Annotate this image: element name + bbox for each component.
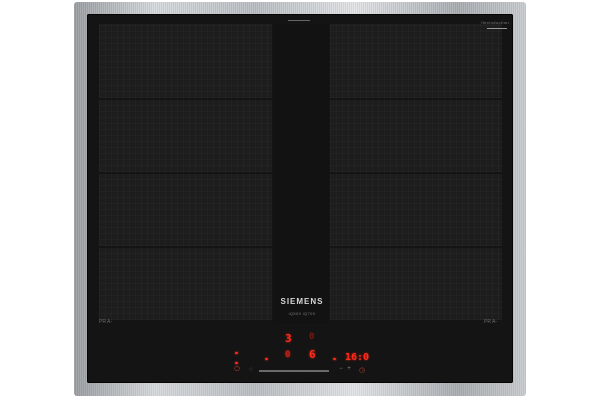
power-icon[interactable]: ⏻ (232, 366, 242, 374)
front-left-aux-display: 0 (309, 332, 315, 342)
center-strip (273, 24, 329, 324)
center-indicator-led-1 (265, 358, 268, 360)
zone-right-4 (330, 248, 502, 320)
power-slider[interactable] (259, 370, 329, 372)
lock-icon[interactable]: ◌ (247, 367, 255, 373)
right-zone-label: PR A- (484, 319, 498, 325)
rear-left-level-display: 0 (285, 350, 291, 360)
front-left-level-display: 3 (285, 332, 292, 345)
left-zone-label: PR A- (99, 319, 113, 325)
timer-display: 16:0 (345, 352, 370, 363)
rear-right-level-display: 6 (309, 348, 316, 361)
series-label: iQ500 iQ700 (288, 311, 316, 316)
top-center-mark (288, 20, 310, 21)
zone-right-1 (330, 24, 502, 98)
plus-icon[interactable]: + (345, 366, 353, 372)
left-indicator-led-2 (235, 362, 238, 364)
zone-left-4 (99, 248, 272, 320)
zone-left-2 (99, 100, 272, 172)
left-indicator-led-1 (235, 352, 238, 354)
zone-right-2 (330, 100, 502, 172)
brand-logo: SIEMENS (280, 297, 324, 306)
corner-badge-line (487, 28, 507, 29)
timer-icon[interactable]: ◷ (357, 366, 367, 374)
zone-right-3 (330, 174, 502, 246)
zone-left-1 (99, 24, 272, 98)
minus-icon[interactable]: − (337, 366, 345, 372)
zone-left-3 (99, 174, 272, 246)
ceramic-glass-cooktop: flexInduction SIEMENS iQ500 iQ700 PR A- … (87, 14, 513, 383)
corner-badge: flexInduction (481, 20, 509, 25)
center-indicator-led-2 (333, 358, 336, 360)
